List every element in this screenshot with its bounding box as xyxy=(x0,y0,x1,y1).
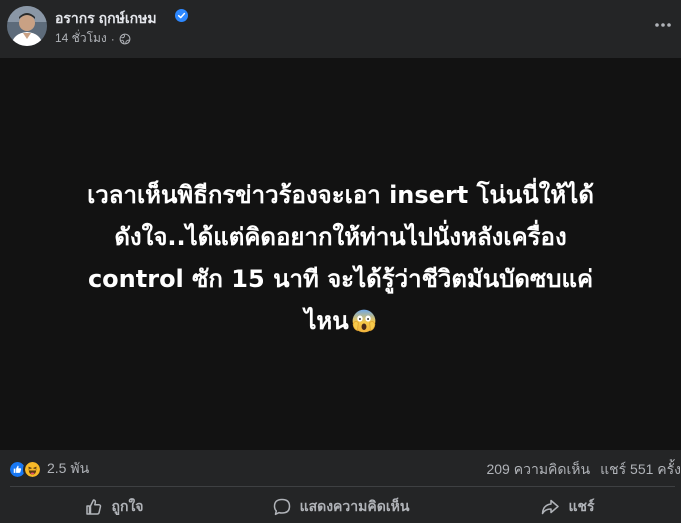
author-name[interactable]: อรากร ฤกษ์เกษม xyxy=(55,8,157,30)
post-stats: 2.5 พัน 209 ความคิดเห็น แชร์ 551 ครั้ง xyxy=(0,450,681,486)
comments-count[interactable]: 209 ความคิดเห็น xyxy=(486,459,590,481)
caption-line-2: ดังใจ..ได้แต่คิดอยากให้ท่านไปนั่งหลังเคร… xyxy=(114,223,567,251)
share-button[interactable]: แชร์ xyxy=(454,490,681,523)
caption-line-4-text: ไหน xyxy=(304,307,349,335)
post-actions: ถูกใจ แสดงความคิดเห็น แชร์ xyxy=(0,490,681,523)
avatar-image xyxy=(7,6,47,46)
caption-line-4: ไหน xyxy=(0,300,681,342)
comment-label: แสดงความคิดเห็น xyxy=(299,497,410,514)
more-options-button[interactable] xyxy=(650,12,676,38)
share-arrow-icon xyxy=(542,499,560,514)
avatar[interactable] xyxy=(7,6,47,46)
post-meta: 14 ชั่วโมง · xyxy=(55,29,131,48)
post-timestamp[interactable]: 14 ชั่วโมง xyxy=(55,29,107,48)
haha-icon xyxy=(23,459,42,479)
image-caption: เวลาเห็นพิธีกรข่าวร้องจะเอา insert โน่นน… xyxy=(0,174,681,342)
meta-separator: · xyxy=(110,31,115,46)
screaming-face-icon xyxy=(352,309,376,333)
caption-line-1: เวลาเห็นพิธีกรข่าวร้องจะเอา insert โน่นน… xyxy=(87,181,594,209)
comment-button[interactable]: แสดงความคิดเห็น xyxy=(227,490,454,523)
like-button[interactable]: ถูกใจ xyxy=(0,490,227,523)
caption-line-3: control ซัก 15 นาที จะได้รู้ว่าชีวิตมันบ… xyxy=(87,265,594,293)
reactions-count: 2.5 พัน xyxy=(47,460,90,476)
more-horizontal-icon xyxy=(655,23,671,27)
shares-count[interactable]: แชร์ 551 ครั้ง xyxy=(600,459,681,481)
share-label: แชร์ xyxy=(568,497,595,514)
comment-icon xyxy=(273,498,290,515)
facebook-post: อรากร ฤกษ์เกษม 14 ชั่วโมง · เวลาเห็นพิธี… xyxy=(0,0,681,523)
like-label: ถูกใจ xyxy=(111,497,144,514)
engagement-counts: 209 ความคิดเห็น แชร์ 551 ครั้ง xyxy=(486,459,681,481)
post-header: อรากร ฤกษ์เกษม 14 ชั่วโมง · xyxy=(0,0,681,58)
thumbs-up-icon xyxy=(85,498,101,515)
post-image[interactable]: เวลาเห็นพิธีกรข่าวร้องจะเอา insert โน่นน… xyxy=(0,58,681,450)
verified-badge-icon xyxy=(175,9,188,22)
divider xyxy=(10,486,675,487)
reactions-summary[interactable]: 2.5 พัน xyxy=(8,458,89,480)
globe-icon[interactable] xyxy=(119,33,131,45)
